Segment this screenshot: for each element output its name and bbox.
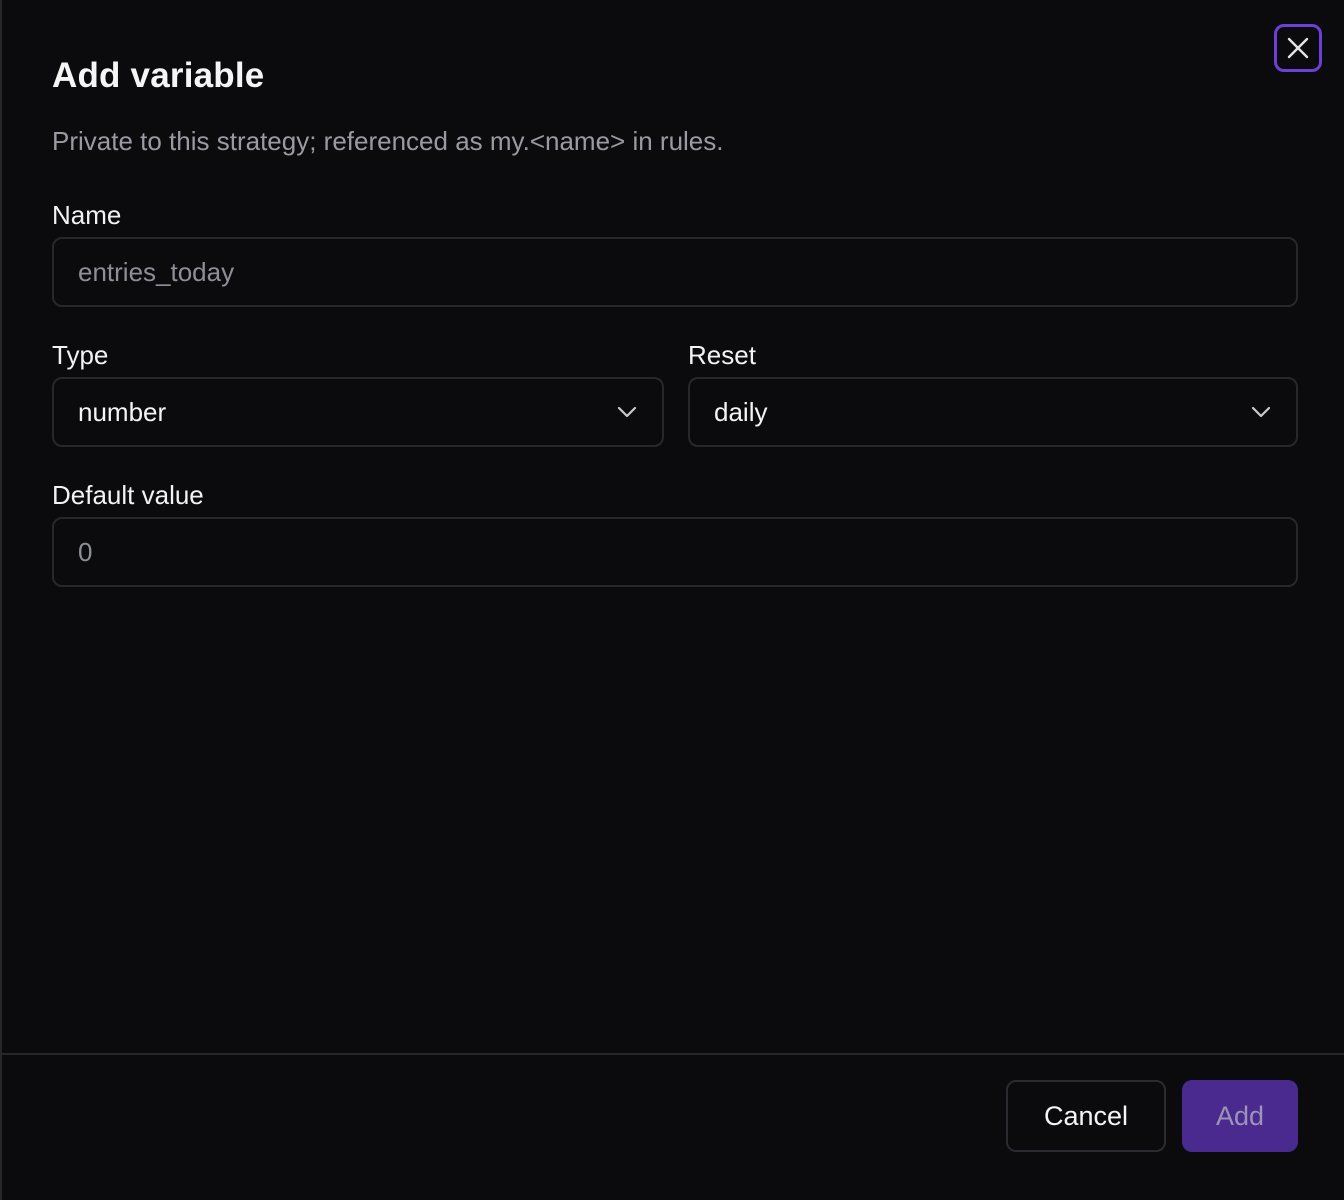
dialog-title: Add variable <box>52 56 265 95</box>
name-input[interactable]: entries_today <box>52 237 1298 307</box>
chevron-down-icon <box>616 405 638 419</box>
dialog-subtitle: Private to this strategy; referenced as … <box>52 126 724 156</box>
name-label: Name <box>52 200 122 230</box>
type-select-value: number <box>78 396 167 427</box>
close-icon <box>1286 36 1310 60</box>
add-variable-dialog: Add variable Private to this strategy; r… <box>0 0 1344 1200</box>
footer-divider <box>2 1053 1344 1055</box>
reset-select[interactable]: daily <box>688 377 1298 447</box>
chevron-down-icon <box>1250 405 1272 419</box>
name-input-placeholder: entries_today <box>78 256 235 287</box>
default-value-input[interactable]: 0 <box>52 517 1298 587</box>
reset-label: Reset <box>688 340 756 370</box>
default-value-label: Default value <box>52 480 204 510</box>
close-button[interactable] <box>1274 24 1322 72</box>
add-button[interactable]: Add <box>1182 1080 1298 1152</box>
default-value-placeholder: 0 <box>78 536 93 567</box>
reset-select-value: daily <box>714 396 768 427</box>
type-select[interactable]: number <box>52 377 664 447</box>
cancel-button[interactable]: Cancel <box>1006 1080 1166 1152</box>
type-label: Type <box>52 340 109 370</box>
